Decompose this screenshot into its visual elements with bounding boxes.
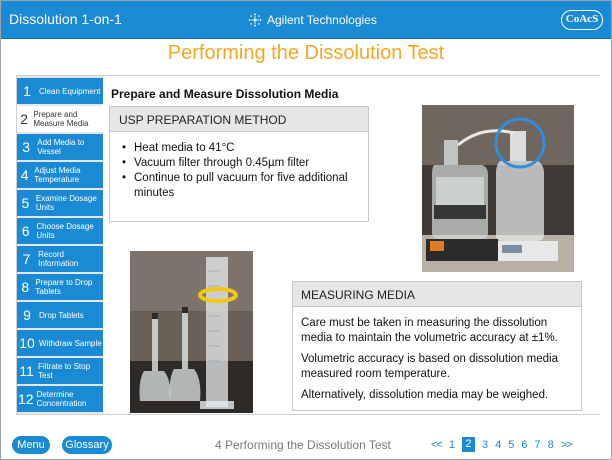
step-number: 7 [22, 251, 31, 267]
step-label: Determine Concentration [36, 390, 87, 408]
measuring-media-box: MEASURING MEDIA Care must be taken in me… [292, 281, 582, 411]
step-label: Withdraw Sample [39, 338, 102, 348]
step-number: 10 [19, 335, 35, 351]
list-item: Vacuum filter through 0.45µm filter [122, 156, 358, 171]
pagination: << 12345678 >> [431, 437, 579, 452]
step-label: Add Media to Vessel [37, 138, 85, 156]
coacs-badge: CoAcS [561, 10, 603, 30]
step-number: 12 [18, 391, 34, 407]
step-item-12[interactable]: 12 Determine Concentration [17, 386, 103, 412]
app-title: Dissolution 1-on-1 [9, 11, 122, 27]
step-number: 4 [20, 167, 29, 183]
step-number: 5 [21, 195, 30, 211]
step-item-11[interactable]: 11 Filtrate to Stop Test [17, 358, 103, 384]
step-number: 2 [20, 111, 29, 127]
step-item-7[interactable]: 7 Record Information [17, 246, 103, 272]
usp-method-list: Heat media to 41°C Vacuum filter through… [110, 132, 368, 201]
page-number-2[interactable]: 2 [461, 437, 475, 452]
step-number: 8 [21, 279, 30, 295]
page-numbers: 12345678 [449, 437, 561, 452]
step-label: Adjust Media Temperature [34, 166, 81, 184]
step-number: 3 [22, 139, 31, 155]
step-label: Prepare to Drop Tablets [35, 278, 93, 296]
page-number-6[interactable]: 6 [521, 439, 527, 451]
app-frame: Dissolution 1-on-1 Agilent Technologies … [0, 0, 612, 460]
step-label: Drop Tablets [39, 310, 84, 320]
bottom-bar: Menu Glossary 4 Performing the Dissoluti… [1, 431, 611, 459]
step-item-10[interactable]: 10 Withdraw Sample [17, 330, 103, 356]
step-item-2[interactable]: 2 Prepare and Measure Media [17, 106, 103, 132]
list-item: Continue to pull vacuum for five additio… [122, 171, 358, 201]
graduated-cylinder-photo [130, 251, 253, 413]
measuring-paragraph: Alternatively, dissolution media may be … [301, 389, 549, 401]
brand-logo: Agilent Technologies [247, 12, 377, 28]
measuring-paragraph: Care must be taken in measuring the diss… [301, 317, 558, 344]
step-item-3[interactable]: 3 Add Media to Vessel [17, 134, 103, 160]
measuring-paragraph: Volumetric accuracy is based on dissolut… [301, 353, 558, 380]
page-number-5[interactable]: 5 [508, 439, 514, 451]
step-number: 9 [23, 307, 31, 323]
top-bar: Dissolution 1-on-1 Agilent Technologies … [1, 1, 611, 39]
step-number: 11 [19, 363, 34, 379]
agilent-spark-icon [248, 13, 262, 27]
page-number-3[interactable]: 3 [482, 439, 488, 451]
page-number-4[interactable]: 4 [495, 439, 501, 451]
page-number-1[interactable]: 1 [449, 439, 455, 451]
main-content: Prepare and Measure Dissolution Media US… [103, 76, 600, 414]
step-item-5[interactable]: 5 Examine Dosage Units [17, 190, 103, 216]
list-item: Heat media to 41°C [122, 141, 358, 156]
step-item-6[interactable]: 6 Choose Dosage Units [17, 218, 103, 244]
step-label: Clean Equipment [39, 86, 101, 96]
step-item-8[interactable]: 8 Prepare to Drop Tablets [17, 274, 103, 300]
usp-method-box: USP PREPARATION METHOD Heat media to 41°… [109, 106, 369, 222]
step-label: Prepare and Measure Media [33, 110, 89, 128]
brand-name: Agilent Technologies [267, 13, 377, 27]
page-number-8[interactable]: 8 [548, 439, 554, 451]
usp-method-title: USP PREPARATION METHOD [110, 107, 368, 132]
glossary-button[interactable]: Glossary [62, 436, 112, 454]
step-label: Examine Dosage Units [35, 194, 97, 212]
step-number: 6 [21, 223, 30, 239]
flasks-photo [422, 105, 574, 272]
prev-page-button[interactable]: << [431, 439, 443, 451]
next-page-button[interactable]: >> [561, 439, 573, 451]
step-label: Filtrate to Stop Test [38, 362, 91, 380]
page-title: Performing the Dissolution Test [167, 42, 445, 64]
step-item-9[interactable]: 9 Drop Tablets [17, 302, 103, 328]
step-number: 1 [23, 83, 31, 99]
menu-button[interactable]: Menu [12, 436, 50, 454]
step-item-4[interactable]: 4 Adjust Media Temperature [17, 162, 103, 188]
step-label: Record Information [38, 250, 79, 268]
step-item-1[interactable]: 1 Clean Equipment [17, 78, 103, 104]
section-heading: Prepare and Measure Dissolution Media [111, 87, 339, 101]
measuring-media-title: MEASURING MEDIA [293, 282, 581, 307]
page-number-7[interactable]: 7 [534, 439, 540, 451]
step-label: Choose Dosage Units [36, 222, 94, 240]
page-label: 4 Performing the Dissolution Test [215, 438, 391, 452]
content-panel: 1 Clean Equipment 2 Prepare and Measure Med… [16, 75, 600, 415]
